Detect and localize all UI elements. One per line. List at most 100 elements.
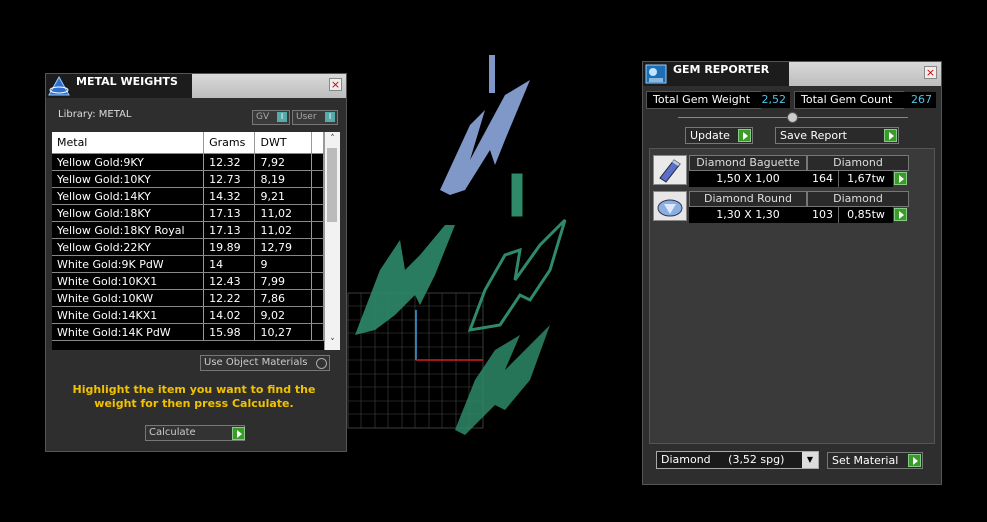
cell-spacer (311, 187, 325, 205)
cell-metal: Yellow Gold:18KY Royal (52, 221, 205, 239)
total-gem-weight-value: 2,52 (760, 92, 790, 108)
splitter-handle-icon[interactable] (787, 112, 798, 123)
cell-spacer (311, 272, 325, 290)
table-row[interactable]: Yellow Gold:18KY Royal 17.13 11,02 (52, 221, 325, 239)
table-row[interactable]: Yellow Gold:18KY 17.13 11,02 (52, 204, 325, 222)
mesh-letter-n-right (467, 173, 567, 332)
metal-weights-titlebar[interactable]: METAL WEIGHTS × (46, 74, 346, 98)
cell-spacer (311, 306, 325, 324)
table-row[interactable]: Yellow Gold:9KY 12.32 7,92 (52, 153, 325, 171)
use-object-materials-label: Use Object Materials (204, 357, 308, 368)
cell-grams: 12.32 (203, 153, 256, 171)
cell-dwt: 9,02 (254, 306, 312, 324)
cell-spacer (311, 204, 325, 222)
gem-list: Diamond Baguette Diamond 1,50 X 1,00 164… (649, 148, 935, 444)
close-icon[interactable]: × (924, 66, 937, 79)
viewport-3d[interactable] (345, 40, 585, 440)
scroll-down-icon[interactable]: ˅ (325, 338, 340, 348)
cell-metal: White Gold:10KW (52, 289, 205, 307)
gv-label: GV (256, 112, 270, 122)
table-row[interactable]: White Gold:9K PdW 14 9 (52, 255, 325, 273)
cell-metal: Yellow Gold:18KY (52, 204, 205, 222)
column-header-grams[interactable]: Grams (203, 132, 256, 154)
cell-metal: White Gold:14KX1 (52, 306, 205, 324)
gem-name: Diamond Baguette (689, 155, 807, 171)
metal-table-container: Metal Grams DWT Yellow Gold:9KY 12.32 7,92… (52, 132, 340, 350)
cell-grams: 19.89 (203, 238, 256, 256)
user-toggle[interactable]: User I (292, 110, 338, 125)
gem-weight: 0,85tw (839, 207, 893, 223)
cell-grams: 17.13 (203, 204, 256, 222)
table-row[interactable]: White Gold:14KX1 14.02 9,02 (52, 306, 325, 324)
cell-dwt: 10,27 (254, 323, 312, 341)
calculate-button[interactable]: Calculate (145, 425, 245, 441)
metal-table-header: Metal Grams DWT (52, 132, 325, 154)
gem-row-play-icon[interactable] (894, 208, 907, 221)
cell-grams: 12.43 (203, 272, 256, 290)
set-material-label: Set Material (832, 454, 899, 467)
save-report-label: Save Report (780, 129, 847, 142)
cell-spacer (311, 289, 325, 307)
metal-weights-title-tab: METAL WEIGHTS (46, 74, 192, 98)
gem-row[interactable]: Diamond Round Diamond 1,30 X 1,30 103 0,… (653, 191, 913, 224)
gem-count: 164 (807, 171, 839, 187)
cell-dwt: 9 (254, 255, 312, 273)
triangle-logo-icon (48, 76, 70, 96)
cell-dwt: 9,21 (254, 187, 312, 205)
gv-toggle[interactable]: GV I (252, 110, 290, 125)
total-gem-weight-label: Total Gem Weight (646, 91, 761, 109)
column-header-metal[interactable]: Metal (52, 132, 205, 154)
gem-material: Diamond (807, 155, 909, 171)
gem-report-logo-icon (645, 64, 667, 84)
calculate-play-icon[interactable] (232, 427, 245, 440)
table-row[interactable]: Yellow Gold:10KY 12.73 8,19 (52, 170, 325, 188)
cell-metal: Yellow Gold:22KY (52, 238, 205, 256)
table-row[interactable]: Yellow Gold:14KY 14.32 9,21 (52, 187, 325, 205)
gem-reporter-panel: GEM REPORTER × Total Gem Weight 2,52 Tot… (642, 61, 942, 485)
gem-material: Diamond (807, 191, 909, 207)
gem-reporter-titlebar[interactable]: GEM REPORTER × (643, 62, 941, 86)
cell-spacer (311, 255, 325, 273)
cell-dwt: 7,99 (254, 272, 312, 290)
chevron-down-icon[interactable]: ▼ (802, 452, 818, 468)
cell-grams: 12.22 (203, 289, 256, 307)
cell-metal: Yellow Gold:10KY (52, 170, 205, 188)
column-header-dwt[interactable]: DWT (254, 132, 312, 154)
scroll-thumb[interactable] (327, 148, 337, 222)
cell-metal: Yellow Gold:14KY (52, 187, 205, 205)
cell-spacer (311, 221, 325, 239)
gem-count: 103 (807, 207, 839, 223)
cell-spacer (311, 170, 325, 188)
gem-row[interactable]: Diamond Baguette Diamond 1,50 X 1,00 164… (653, 155, 913, 188)
cell-spacer (311, 153, 325, 171)
cell-dwt: 8,19 (254, 170, 312, 188)
close-icon[interactable]: × (329, 78, 342, 91)
table-row[interactable]: Yellow Gold:22KY 19.89 12,79 (52, 238, 325, 256)
set-material-play-icon[interactable] (908, 454, 921, 467)
update-play-icon[interactable] (738, 129, 751, 142)
radio-icon (316, 358, 327, 369)
cell-dwt: 7,86 (254, 289, 312, 307)
gem-row-play-icon[interactable] (894, 172, 907, 185)
metal-table: Metal Grams DWT Yellow Gold:9KY 12.32 7,92… (52, 132, 325, 341)
calculate-label: Calculate (149, 427, 196, 438)
round-gem-icon (653, 191, 687, 221)
cell-grams: 14.02 (203, 306, 256, 324)
table-row[interactable]: White Gold:10KW 12.22 7,86 (52, 289, 325, 307)
gem-reporter-title: GEM REPORTER (673, 63, 770, 76)
gem-name: Diamond Round (689, 191, 807, 207)
table-row[interactable]: White Gold:14K PdW 15.98 10,27 (52, 323, 325, 341)
scroll-up-icon[interactable]: ˄ (325, 134, 340, 144)
material-select[interactable]: Diamond (3,52 spg) ▼ (656, 451, 819, 469)
cell-metal: White Gold:9K PdW (52, 255, 205, 273)
cell-metal: White Gold:14K PdW (52, 323, 205, 341)
table-row[interactable]: White Gold:10KX1 12.43 7,99 (52, 272, 325, 290)
use-object-materials-button[interactable]: Use Object Materials (200, 355, 330, 371)
save-report-play-icon[interactable] (884, 129, 897, 142)
metal-weights-title: METAL WEIGHTS (76, 75, 178, 88)
metal-table-scrollbar[interactable]: ˄ ˅ (324, 132, 340, 350)
cell-dwt: 11,02 (254, 221, 312, 239)
save-report-button[interactable]: Save Report (775, 127, 899, 144)
cell-metal: White Gold:10KX1 (52, 272, 205, 290)
baguette-gem-icon (653, 155, 687, 185)
